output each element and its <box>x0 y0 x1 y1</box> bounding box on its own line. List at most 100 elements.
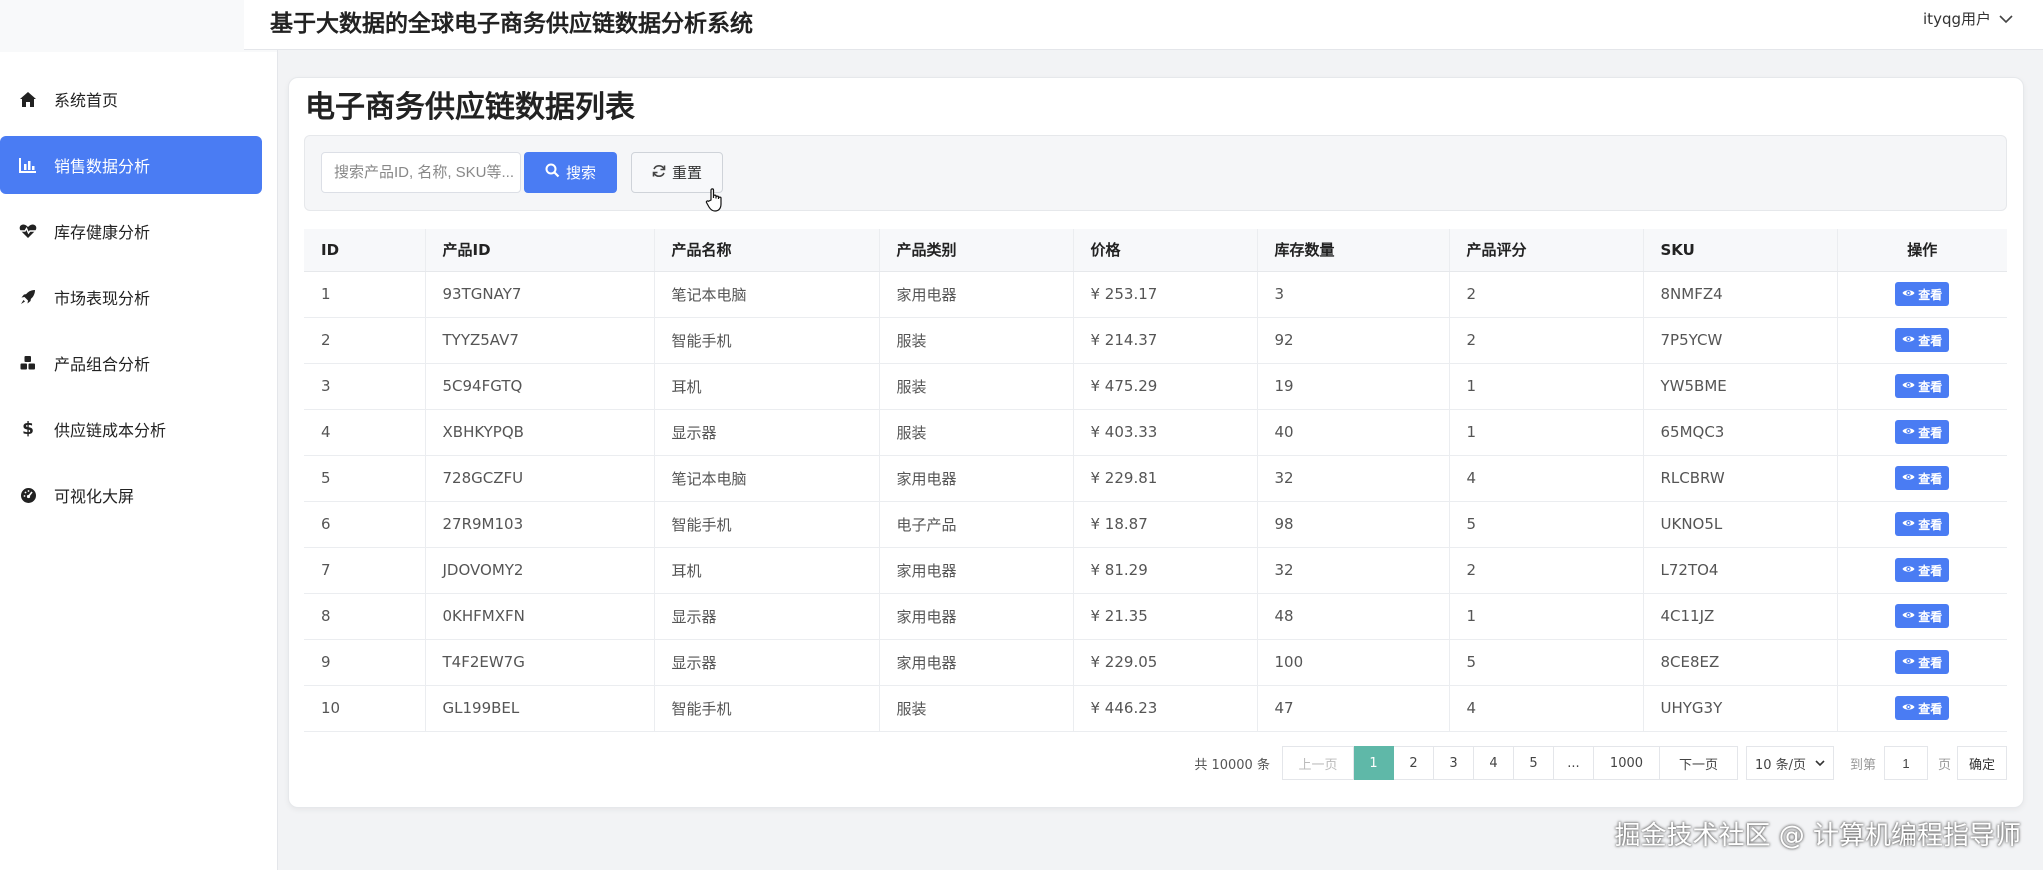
view-button-label: 查看 <box>1918 655 1943 670</box>
sidebar-item-label: 供应链成本分析 <box>54 421 167 440</box>
column-header[interactable]: 产品评分 <box>1448 229 1643 272</box>
page-size-value: 10 条/页 <box>1754 757 1807 773</box>
product-table: ID 产品ID 产品名称 产品类别 价格 库存数量 产品评分 SKU 操作 19… <box>304 229 2007 732</box>
sidebar-item-home[interactable]: 系统首页 <box>0 70 278 128</box>
table-cell: 98 <box>1256 501 1449 548</box>
table-cell: 家用电器 <box>878 271 1073 318</box>
view-button[interactable]: 查看 <box>1895 466 1950 490</box>
page-button[interactable]: 3 <box>1433 746 1474 780</box>
view-button[interactable]: 查看 <box>1895 512 1950 536</box>
eye-icon <box>1902 287 1915 301</box>
sidebar-item-product-portfolio[interactable]: 产品组合分析 <box>0 334 278 392</box>
column-header[interactable]: ID <box>304 229 425 272</box>
column-header[interactable]: 产品名称 <box>653 229 879 272</box>
eye-icon <box>1902 471 1915 485</box>
table-row: 6 27R9M103 智能手机 电子产品 ¥ 18.87 98 5 UKNO5L 查看 <box>304 501 2007 548</box>
sidebar-item-dashboard[interactable]: 可视化大屏 <box>0 466 278 524</box>
prev-page-button[interactable]: 上一页 <box>1281 746 1354 780</box>
column-header[interactable]: 产品ID <box>424 229 654 272</box>
table-cell-actions: 查看 <box>1836 639 2007 686</box>
table-cell: 27R9M103 <box>424 501 654 548</box>
table-cell: 5 <box>1448 501 1643 548</box>
table-cell-actions: 查看 <box>1836 363 2007 410</box>
user-menu[interactable]: ityqg用户 <box>1923 8 2013 29</box>
sidebar-item-label: 产品组合分析 <box>54 355 151 374</box>
table-cell: 92 <box>1256 317 1449 364</box>
table-cell: 32 <box>1256 455 1449 502</box>
sidebar-item-market-performance[interactable]: 市场表现分析 <box>0 268 278 326</box>
sidebar-item-inventory-health[interactable]: 库存健康分析 <box>0 202 278 260</box>
next-page-button[interactable]: 下一页 <box>1659 746 1738 780</box>
table-cell: 4 <box>1448 455 1643 502</box>
column-header: 操作 <box>1836 229 2007 272</box>
view-button-label: 查看 <box>1918 379 1943 394</box>
table-cell: 1 <box>1448 593 1643 640</box>
table-cell: UHYG3Y <box>1642 685 1837 732</box>
table-cell: 1 <box>1448 363 1643 410</box>
view-button[interactable]: 查看 <box>1895 374 1950 398</box>
column-header[interactable]: 产品类别 <box>878 229 1073 272</box>
page-button[interactable]: 1 <box>1353 746 1394 780</box>
table-cell: 3 <box>1256 271 1449 318</box>
table-cell: 显示器 <box>653 593 879 640</box>
table-cell: UKNO5L <box>1642 501 1837 548</box>
content-card: 电子商务供应链数据列表 搜索 重置 ID 产品ID 产品名称 产品类别 价 <box>288 77 2024 808</box>
refresh-icon <box>652 164 666 182</box>
table-cell: 显示器 <box>653 409 879 456</box>
jump-page-input[interactable] <box>1883 746 1928 780</box>
view-button[interactable]: 查看 <box>1895 650 1950 674</box>
table-row: 8 0KHFMXFN 显示器 家用电器 ¥ 21.35 48 1 4C11JZ 查看 <box>304 593 2007 640</box>
table-cell: XBHKYPQB <box>424 409 654 456</box>
eye-icon <box>1902 655 1915 669</box>
page-size-select[interactable]: 10 条/页 <box>1745 746 1834 780</box>
page-button[interactable]: 5 <box>1513 746 1554 780</box>
column-header[interactable]: 库存数量 <box>1256 229 1449 272</box>
view-button-label: 查看 <box>1918 287 1943 302</box>
page-button[interactable]: 2 <box>1393 746 1434 780</box>
table-cell: 4C11JZ <box>1642 593 1837 640</box>
view-button[interactable]: 查看 <box>1895 328 1950 352</box>
table-cell: TYYZ5AV7 <box>424 317 654 364</box>
page-button[interactable]: 4 <box>1473 746 1514 780</box>
hand-cursor-icon <box>705 187 725 217</box>
table-cell: 服装 <box>878 363 1073 410</box>
table-header-row: ID 产品ID 产品名称 产品类别 价格 库存数量 产品评分 SKU 操作 <box>304 229 2007 272</box>
search-button[interactable]: 搜索 <box>524 152 617 193</box>
table-row: 10 GL199BEL 智能手机 服装 ¥ 446.23 47 4 UHYG3Y 查看 <box>304 685 2007 732</box>
table-cell-actions: 查看 <box>1836 685 2007 732</box>
table-cell: ¥ 81.29 <box>1072 547 1257 594</box>
table-cell: 2 <box>1448 271 1643 318</box>
table-cell: GL199BEL <box>424 685 654 732</box>
column-header[interactable]: SKU <box>1642 229 1837 272</box>
user-name: ityqg用户 <box>1923 10 1991 28</box>
table-cell: 8NMFZ4 <box>1642 271 1837 318</box>
ellipsis-page[interactable]: ... <box>1553 746 1594 780</box>
rocket-icon <box>18 287 38 307</box>
view-button[interactable]: 查看 <box>1895 420 1950 444</box>
table-cell: 100 <box>1256 639 1449 686</box>
table-cell-actions: 查看 <box>1836 409 2007 456</box>
sidebar-item-label: 库存健康分析 <box>54 223 151 242</box>
table-cell: 服装 <box>878 317 1073 364</box>
table-cell: 7 <box>304 547 425 594</box>
view-button[interactable]: 查看 <box>1895 604 1950 628</box>
table-cell: 19 <box>1256 363 1449 410</box>
view-button[interactable]: 查看 <box>1895 282 1950 306</box>
sidebar-item-sales-analysis[interactable]: 销售数据分析 <box>0 136 262 194</box>
view-button-label: 查看 <box>1918 471 1943 486</box>
table-cell: 家用电器 <box>878 593 1073 640</box>
table-cell: 4 <box>304 409 425 456</box>
view-button-label: 查看 <box>1918 563 1943 578</box>
search-input[interactable] <box>321 152 521 193</box>
view-button[interactable]: 查看 <box>1895 696 1950 720</box>
page-button[interactable]: 1000 <box>1593 746 1660 780</box>
search-bar: 搜索 重置 <box>304 135 2007 212</box>
table-body: 1 93TGNAY7 笔记本电脑 家用电器 ¥ 253.17 3 2 8NMFZ4 查看 2 TYY… <box>304 271 2007 732</box>
chevron-down-icon <box>1999 10 2013 28</box>
column-header[interactable]: 价格 <box>1072 229 1257 272</box>
sidebar-item-label: 系统首页 <box>54 91 119 110</box>
view-button[interactable]: 查看 <box>1895 558 1950 582</box>
confirm-jump-button[interactable]: 确定 <box>1957 746 2007 780</box>
sidebar-item-supply-chain-cost[interactable]: $ 供应链成本分析 <box>0 400 278 458</box>
table-cell: 笔记本电脑 <box>653 271 879 318</box>
